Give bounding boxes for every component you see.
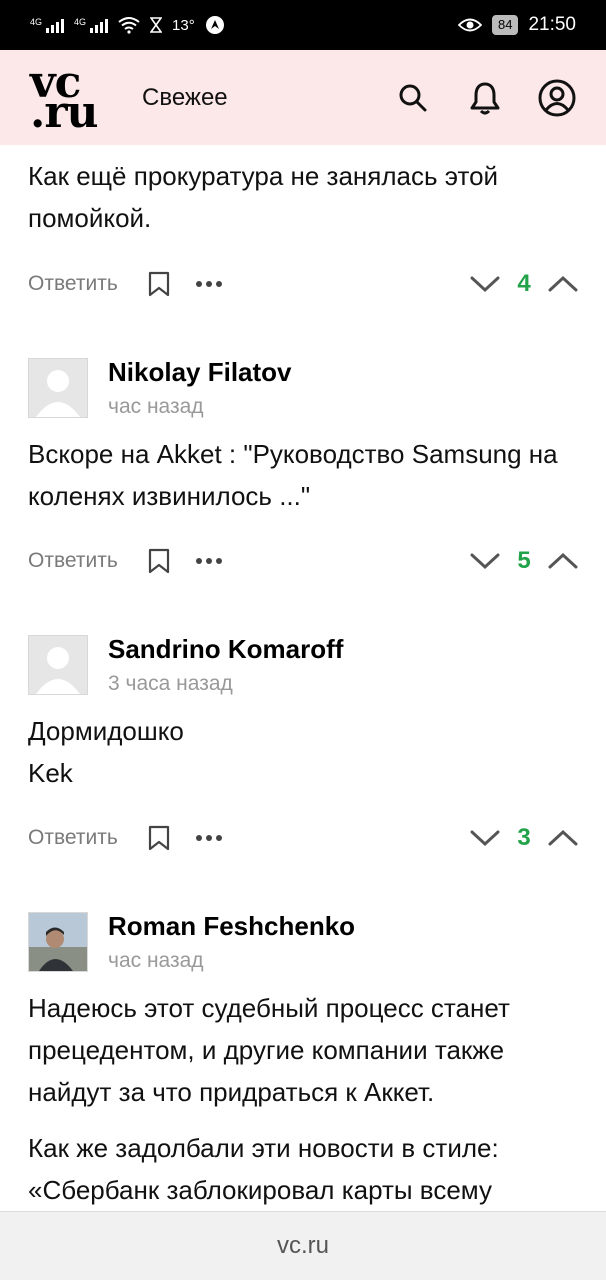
downvote-chevron-icon[interactable] xyxy=(470,274,500,294)
signal-icon-2: 4G xyxy=(74,17,109,33)
vote-score: 3 xyxy=(517,824,531,851)
more-options-button[interactable] xyxy=(195,835,222,841)
vote-controls: 4 xyxy=(470,270,578,298)
comment: Nikolay Filatov час назад Вскоре на Akke… xyxy=(0,357,606,581)
comment-text: Как ещё прокуратура не занялась этой пом… xyxy=(28,155,578,239)
comment-actions: Ответить 4 xyxy=(28,264,578,304)
comment-header: Nikolay Filatov час назад xyxy=(28,357,578,419)
avatar[interactable] xyxy=(28,635,88,695)
comment-paragraph: Как ещё прокуратура не занялась этой пом… xyxy=(28,161,499,233)
battery-indicator: 84 xyxy=(491,15,519,35)
avatar[interactable] xyxy=(28,912,88,972)
upvote-chevron-icon[interactable] xyxy=(548,828,578,848)
comment-time[interactable]: 3 часа назад xyxy=(108,672,343,696)
logo-line-2: .ru xyxy=(30,86,99,138)
vote-controls: 5 xyxy=(470,547,578,575)
comment: Sandrino Komaroff 3 часа назад Дормидошк… xyxy=(0,634,606,858)
reply-button[interactable]: Ответить xyxy=(28,272,118,296)
url-domain: vc.ru xyxy=(276,1232,329,1259)
wifi-icon xyxy=(118,17,140,34)
comment-text: Вскоре на Akket : "Руководство Samsung н… xyxy=(28,433,578,517)
bell-icon xyxy=(470,82,500,114)
upvote-chevron-icon[interactable] xyxy=(548,274,578,294)
bookmark-button[interactable] xyxy=(148,548,170,574)
comment-header: Roman Feshchenko час назад xyxy=(28,911,578,973)
comment: Roman Feshchenko час назад Надеюсь этот … xyxy=(0,911,606,1211)
notifications-button[interactable] xyxy=(466,79,504,117)
author-name[interactable]: Nikolay Filatov xyxy=(108,357,292,387)
network-type-1: 4G xyxy=(30,17,43,27)
comment-header: Sandrino Komaroff 3 часа назад xyxy=(28,634,578,696)
vc-logo[interactable]: vc .ru xyxy=(30,60,100,138)
temperature: 13° xyxy=(172,16,195,34)
user-photo-avatar xyxy=(29,913,87,971)
comments-feed: Как ещё прокуратура не занялась этой пом… xyxy=(0,145,606,1211)
vote-score: 4 xyxy=(517,270,531,297)
signal-icon: 4G xyxy=(30,17,65,33)
reply-button[interactable]: Ответить xyxy=(28,826,118,850)
hourglass-icon xyxy=(150,17,163,33)
default-avatar-icon xyxy=(36,647,80,694)
browser-url-bar[interactable]: vc.ru xyxy=(0,1211,606,1280)
author-name[interactable]: Roman Feshchenko xyxy=(108,911,355,941)
user-icon xyxy=(538,79,576,116)
status-bar: 4G 4G 13° 84 21:50 xyxy=(0,0,606,50)
section-title[interactable]: Свежее xyxy=(142,84,228,112)
vote-controls: 3 xyxy=(470,824,578,852)
downvote-chevron-icon[interactable] xyxy=(470,551,500,571)
comment-actions: Ответить 3 xyxy=(28,818,578,858)
bookmark-icon xyxy=(148,825,169,851)
comment-actions: Ответить 5 xyxy=(28,541,578,581)
comment-paragraph: Дормидошко xyxy=(28,716,184,746)
bookmark-button[interactable] xyxy=(148,271,170,297)
more-options-button[interactable] xyxy=(195,281,222,287)
comment-time[interactable]: час назад xyxy=(108,395,292,419)
comment-paragraph: Как же задолбали эти новости в стиле: «С… xyxy=(28,1133,499,1205)
bookmark-icon xyxy=(148,548,169,574)
comment-text: Дормидошко Kek xyxy=(28,710,578,794)
comment-paragraph: Вскоре на Akket : "Руководство Samsung н… xyxy=(28,439,558,511)
profile-button[interactable] xyxy=(538,79,576,117)
eye-icon xyxy=(457,18,482,32)
comment-text: Надеюсь этот судебный процесс станет пре… xyxy=(28,987,578,1211)
bookmark-icon xyxy=(148,271,169,297)
comment: Как ещё прокуратура не занялась этой пом… xyxy=(0,145,606,304)
comment-time[interactable]: час назад xyxy=(108,949,355,973)
network-type-2: 4G xyxy=(74,17,87,27)
downvote-chevron-icon[interactable] xyxy=(470,828,500,848)
clock: 21:50 xyxy=(528,14,576,35)
more-options-button[interactable] xyxy=(195,558,222,564)
reply-button[interactable]: Ответить xyxy=(28,549,118,573)
avatar[interactable] xyxy=(28,358,88,418)
author-name[interactable]: Sandrino Komaroff xyxy=(108,634,343,664)
search-button[interactable] xyxy=(394,79,432,117)
upvote-chevron-icon[interactable] xyxy=(548,551,578,571)
default-avatar-icon xyxy=(36,370,80,417)
comment-paragraph: Надеюсь этот судебный процесс станет пре… xyxy=(28,993,510,1107)
comment-paragraph: Kek xyxy=(28,758,73,788)
bookmark-button[interactable] xyxy=(148,825,170,851)
app-header: vc .ru Свежее xyxy=(0,50,606,145)
vote-score: 5 xyxy=(517,547,531,574)
search-icon xyxy=(399,84,427,111)
navigation-icon xyxy=(205,16,224,34)
